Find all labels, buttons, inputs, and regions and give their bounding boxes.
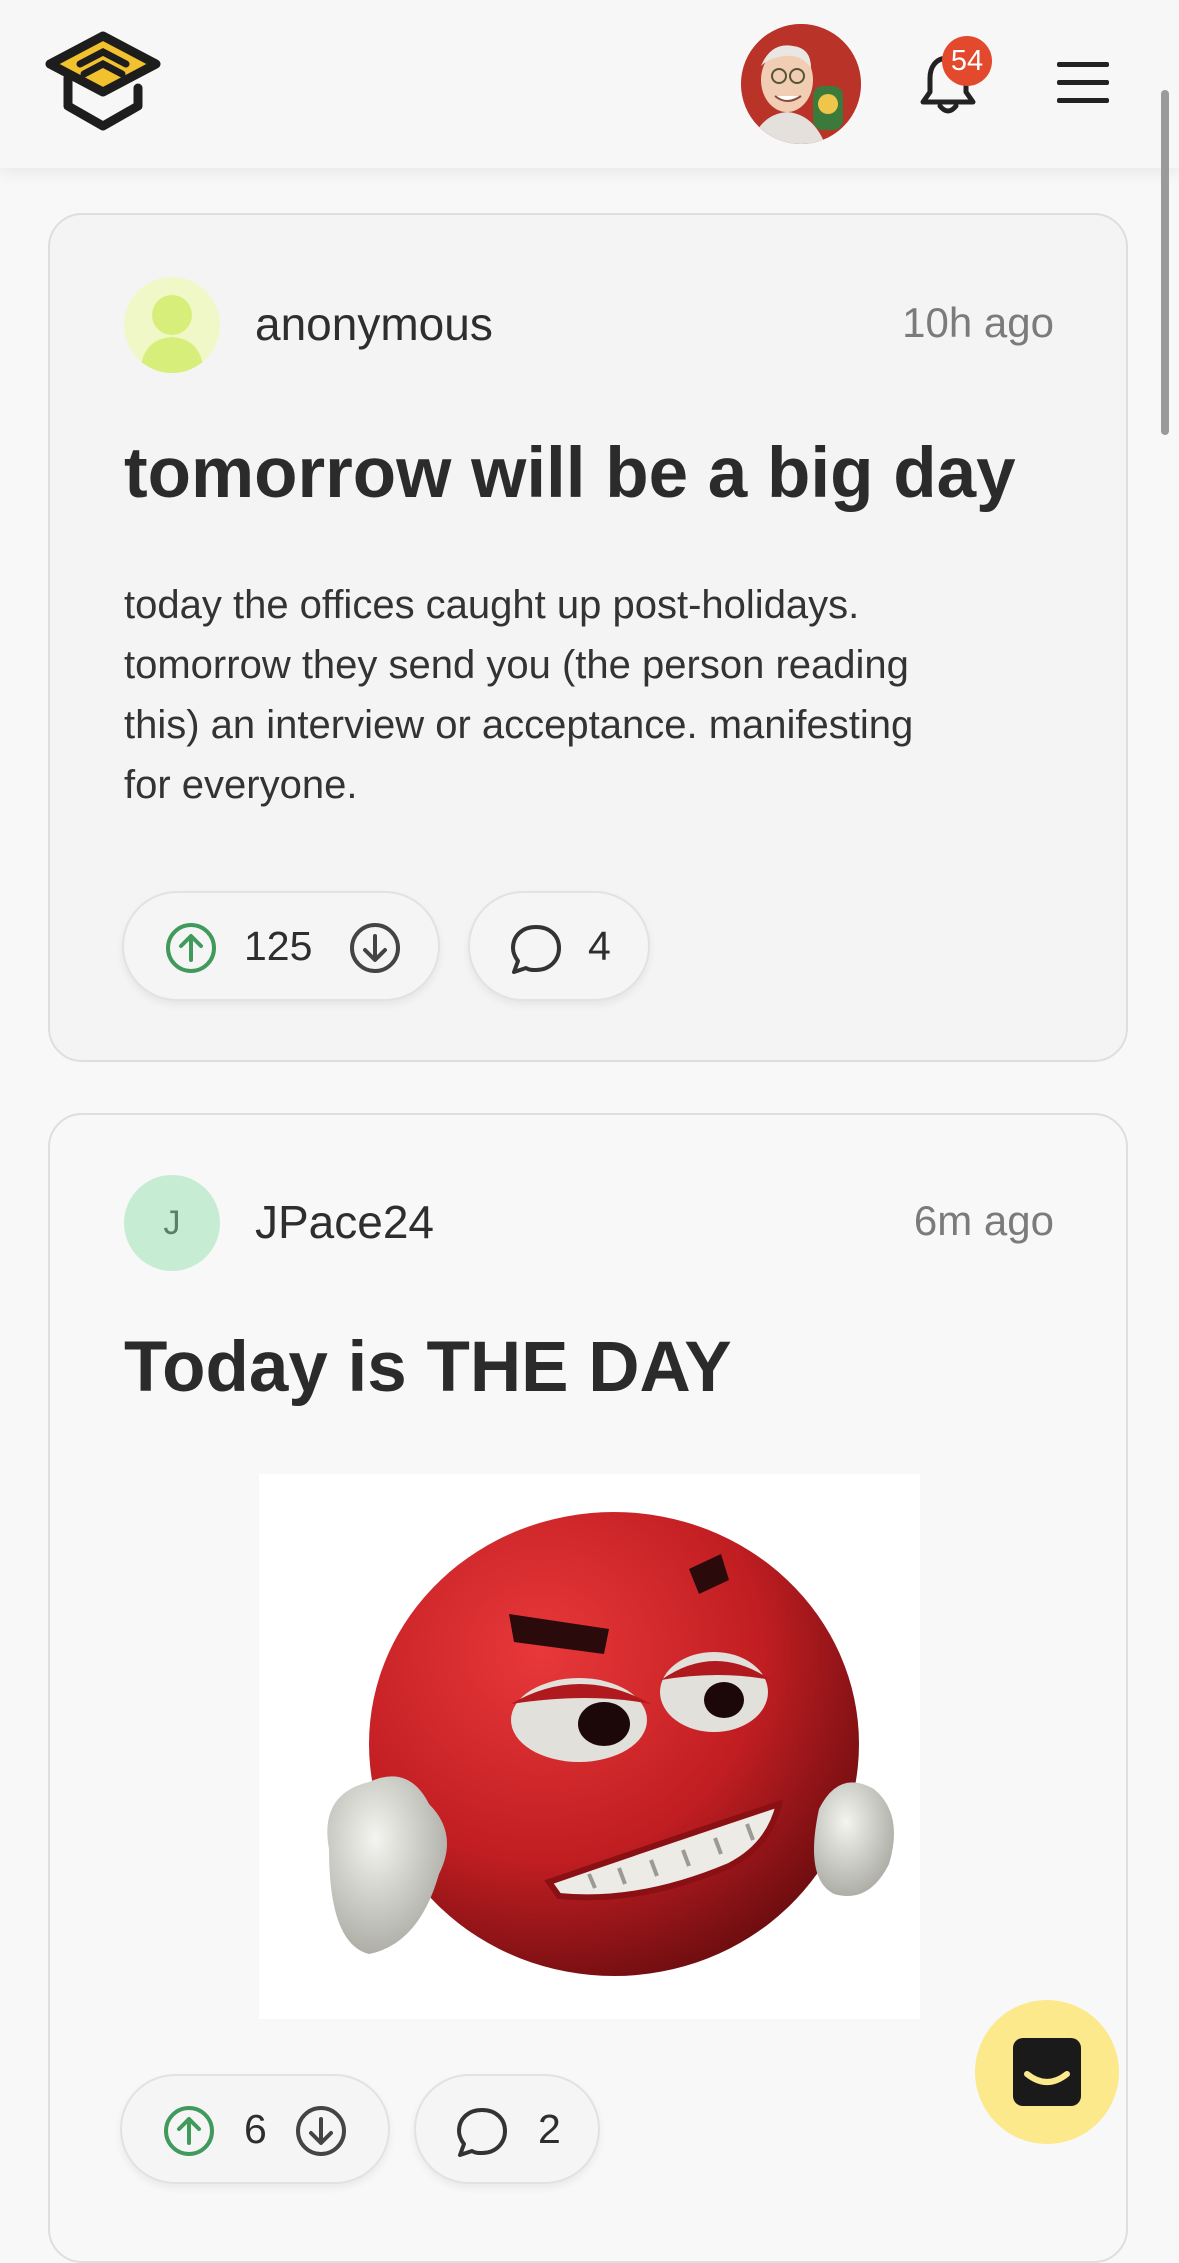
graduation-cap-logo-icon[interactable] <box>44 30 162 134</box>
post-body-line: this) an interview or acceptance. manife… <box>124 703 914 747</box>
post-body: today the offices caught up post-holiday… <box>124 575 1054 815</box>
angry-emoji-image <box>259 1474 920 2019</box>
author-initial-avatar: J <box>124 1175 220 1271</box>
vote-count: 6 <box>244 2106 267 2152</box>
post-body-line: tomorrow they send you (the person readi… <box>124 643 909 687</box>
author-name[interactable]: anonymous <box>255 297 493 351</box>
page-scrollbar[interactable] <box>1161 90 1169 435</box>
comment-count: 2 <box>538 2106 561 2152</box>
downvote-arrow-icon[interactable] <box>294 2104 348 2158</box>
comments-button[interactable]: 4 <box>468 891 650 1001</box>
author-avatar <box>124 277 220 373</box>
vote-control: 125 <box>122 891 440 1001</box>
user-profile-avatar[interactable] <box>741 24 861 144</box>
comment-bubble-icon <box>511 925 561 974</box>
post-timestamp: 10h ago <box>902 299 1054 346</box>
chat-support-button[interactable] <box>975 2000 1119 2144</box>
post-title[interactable]: tomorrow will be a big day <box>124 433 1016 514</box>
upvote-arrow-icon[interactable] <box>164 921 218 975</box>
comment-bubble-icon <box>457 2108 507 2157</box>
post-title[interactable]: Today is THE DAY <box>124 1327 732 1408</box>
hamburger-menu-icon[interactable] <box>1055 58 1111 108</box>
vote-count: 125 <box>244 923 313 969</box>
notification-count-badge: 54 <box>942 36 992 86</box>
upvote-arrow-icon[interactable] <box>162 2104 216 2158</box>
downvote-arrow-icon[interactable] <box>348 921 402 975</box>
comment-count: 4 <box>588 923 611 969</box>
chat-smile-icon <box>1013 2038 1081 2106</box>
comments-button[interactable]: 2 <box>414 2074 600 2184</box>
author-name[interactable]: JPace24 <box>255 1195 434 1249</box>
top-navigation-bar: 54 <box>0 0 1179 168</box>
person-silhouette-icon <box>124 277 220 373</box>
post-card[interactable]: anonymous 10h ago tomorrow will be a big… <box>48 213 1128 1062</box>
post-body-line: today the offices caught up post-holiday… <box>124 583 860 627</box>
post-body-line: for everyone. <box>124 763 358 807</box>
post-image[interactable] <box>259 1474 920 2019</box>
post-timestamp: 6m ago <box>913 1197 1054 1244</box>
vote-control: 6 <box>120 2074 390 2184</box>
